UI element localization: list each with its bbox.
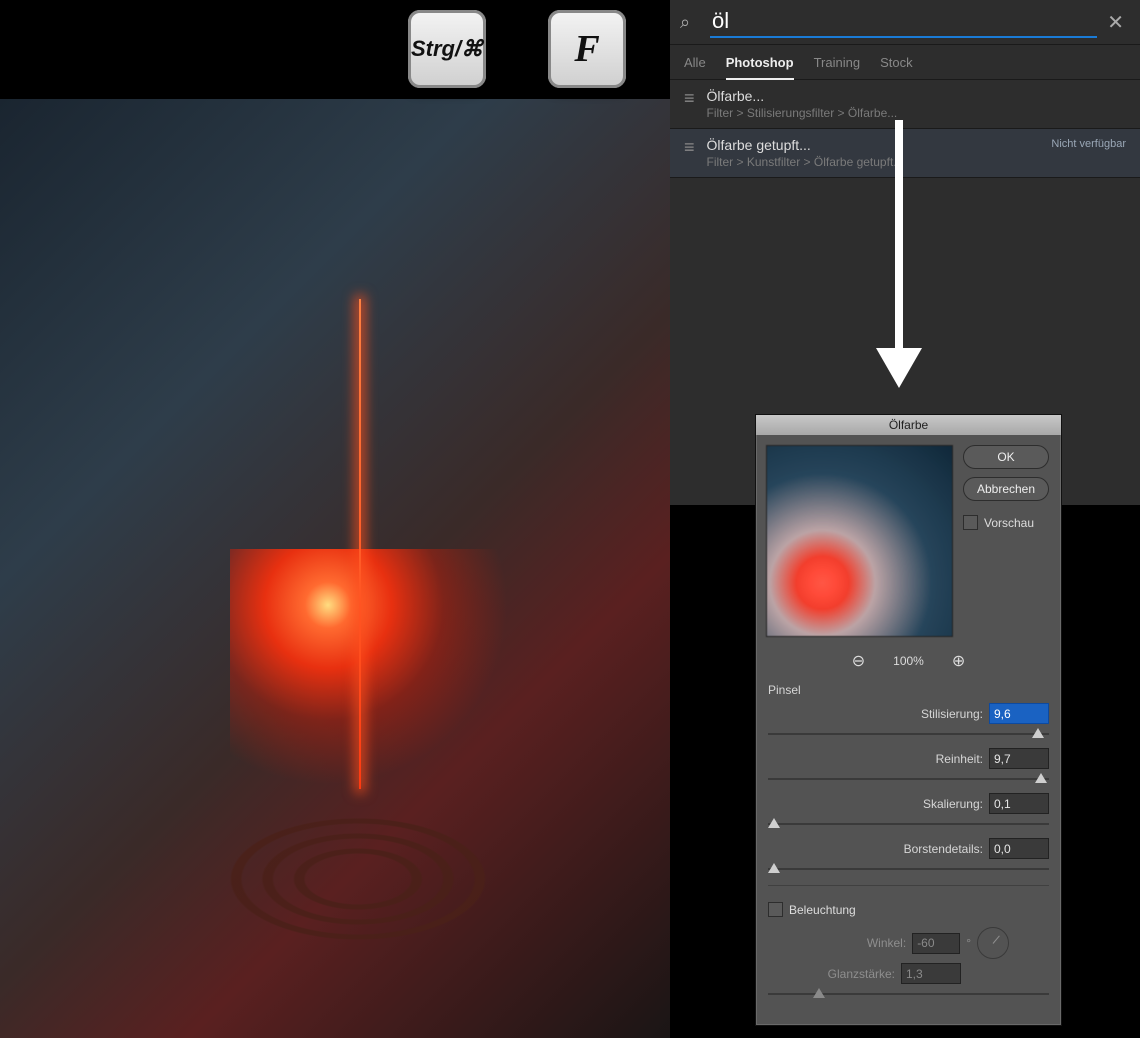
scale-input[interactable]: [989, 793, 1049, 814]
menu-icon: ≡: [684, 91, 695, 105]
bristle-label: Borstendetails:: [904, 842, 983, 856]
zoom-out-icon[interactable]: ⊖: [852, 651, 865, 671]
filter-preview[interactable]: [766, 445, 953, 637]
key-f: F: [548, 10, 626, 88]
brush-section-label: Pinsel: [768, 683, 1049, 697]
search-input[interactable]: [710, 6, 1097, 38]
bristle-input[interactable]: [989, 838, 1049, 859]
zoom-level: 100%: [893, 654, 924, 668]
tab-alle[interactable]: Alle: [684, 55, 706, 79]
cleanliness-label: Reinheit:: [936, 752, 983, 766]
close-icon[interactable]: ✕: [1107, 10, 1124, 35]
stylization-input[interactable]: [989, 703, 1049, 724]
divider: [768, 885, 1049, 886]
result-path: Filter > Stilisierungsfilter > Ölfarbe..…: [707, 106, 898, 120]
dialog-title: Ölfarbe: [756, 415, 1061, 435]
scale-label: Skalierung:: [923, 797, 983, 811]
light-beam: [359, 299, 361, 789]
ok-button[interactable]: OK: [963, 445, 1049, 469]
angle-dial[interactable]: [977, 927, 1009, 959]
preview-checkbox[interactable]: [963, 515, 978, 530]
angle-unit: °: [966, 936, 971, 950]
tab-stock[interactable]: Stock: [880, 55, 913, 79]
result-title: Ölfarbe getupft...: [707, 137, 904, 153]
search-bar: ⌕ ✕: [670, 0, 1140, 45]
shine-input[interactable]: [901, 963, 961, 984]
search-icon: ⌕: [680, 12, 700, 33]
result-title: Ölfarbe...: [707, 88, 898, 104]
stylization-slider[interactable]: [768, 728, 1049, 742]
cancel-button[interactable]: Abbrechen: [963, 477, 1049, 501]
tab-training[interactable]: Training: [814, 55, 860, 79]
shine-slider[interactable]: [768, 988, 1049, 1002]
lighting-checkbox[interactable]: [768, 902, 783, 917]
preview-label: Vorschau: [984, 516, 1034, 530]
key-ctrl-cmd: Strg/⌘: [408, 10, 486, 88]
result-path: Filter > Kunstfilter > Ölfarbe getupft..…: [707, 155, 904, 169]
cleanliness-input[interactable]: [989, 748, 1049, 769]
zoom-in-icon[interactable]: ⊕: [952, 651, 965, 671]
tab-photoshop[interactable]: Photoshop: [726, 55, 794, 80]
stylization-label: Stilisierung:: [921, 707, 983, 721]
scale-slider[interactable]: [768, 818, 1049, 832]
canvas-artwork: [0, 99, 670, 1038]
annotation-arrow: [884, 120, 914, 400]
bristle-slider[interactable]: [768, 863, 1049, 877]
oil-paint-dialog: Ölfarbe OK Abbrechen Vorschau ⊖ 100% ⊕ P…: [755, 414, 1062, 1026]
shine-label: Glanzstärke:: [828, 967, 895, 981]
search-tabs: Alle Photoshop Training Stock: [670, 45, 1140, 80]
not-available-label: Nicht verfügbar: [1051, 137, 1126, 151]
angle-input[interactable]: [912, 933, 960, 954]
cleanliness-slider[interactable]: [768, 773, 1049, 787]
lighting-section-label: Beleuchtung: [789, 903, 856, 917]
menu-icon: ≡: [684, 140, 695, 154]
angle-label: Winkel:: [867, 936, 906, 950]
